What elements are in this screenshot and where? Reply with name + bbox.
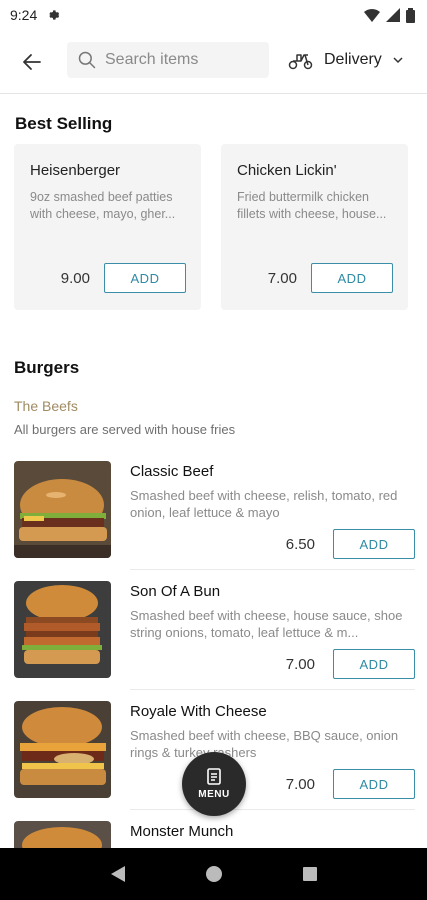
add-button[interactable]: ADD xyxy=(333,769,415,799)
subcategory-note: All burgers are served with house fries xyxy=(14,422,236,437)
recents-nav-icon[interactable] xyxy=(302,866,318,882)
menu-button-label: MENU xyxy=(198,789,230,800)
card-description: 9oz smashed beef patties with cheese, ma… xyxy=(30,190,176,221)
back-button[interactable] xyxy=(0,30,64,94)
system-nav-bar xyxy=(0,848,427,900)
burger-image xyxy=(14,461,111,558)
item-description: Smashed beef with cheese, house sauce, s… xyxy=(130,608,403,640)
card-name: Chicken Lickin' xyxy=(237,162,337,179)
divider xyxy=(130,809,415,810)
add-button[interactable]: ADD xyxy=(104,263,186,293)
item-name: Monster Munch xyxy=(130,823,234,840)
burgers-title: Burgers xyxy=(14,358,80,377)
divider xyxy=(130,689,415,690)
signal-icon xyxy=(386,8,400,22)
item-name: Royale With Cheese xyxy=(130,703,267,720)
card-name: Heisenberger xyxy=(30,162,121,179)
header: Delivery xyxy=(0,30,427,94)
burger-image xyxy=(14,701,111,798)
item-description: Smashed beef with cheese, relish, tomato… xyxy=(130,488,398,520)
delivery-selector[interactable]: Delivery xyxy=(288,42,404,78)
status-bar: 9:24 xyxy=(0,0,427,30)
search-icon xyxy=(78,51,96,69)
document-icon xyxy=(207,768,221,785)
scooter-icon xyxy=(288,54,313,70)
search-box[interactable] xyxy=(67,42,269,78)
best-selling-card[interactable]: Chicken Lickin' Fried buttermilk chicken… xyxy=(221,144,408,310)
delivery-label: Delivery xyxy=(324,51,382,68)
settings-icon xyxy=(49,10,60,20)
home-nav-icon[interactable] xyxy=(205,865,223,883)
burger-image xyxy=(14,581,111,678)
best-selling-card[interactable]: Heisenberger 9oz smashed beef patties wi… xyxy=(14,144,201,310)
item-description: Smashed beef with cheese, BBQ sauce, oni… xyxy=(130,728,399,760)
item-price: 6.50 xyxy=(285,535,315,553)
item-name: Son Of A Bun xyxy=(130,583,221,600)
status-time: 9:24 xyxy=(10,7,38,23)
menu-item[interactable]: Classic Beef Smashed beef with cheese, r… xyxy=(0,461,427,581)
best-selling-title: Best Selling xyxy=(15,114,113,133)
card-description: Fried buttermilk chicken fillets with ch… xyxy=(237,190,387,221)
burger-image xyxy=(14,821,111,848)
subcategory-title: The Beefs xyxy=(14,398,78,414)
battery-icon xyxy=(406,7,415,23)
card-price: 9.00 xyxy=(60,269,90,287)
back-nav-icon[interactable] xyxy=(110,865,126,883)
divider xyxy=(130,569,415,570)
menu-button[interactable]: MENU xyxy=(182,752,246,816)
add-button[interactable]: ADD xyxy=(311,263,393,293)
card-price: 7.00 xyxy=(267,269,297,287)
wifi-icon xyxy=(364,8,380,22)
menu-item[interactable]: Son Of A Bun Smashed beef with cheese, h… xyxy=(0,581,427,701)
add-button[interactable]: ADD xyxy=(333,649,415,679)
arrow-left-icon xyxy=(23,53,41,70)
add-button[interactable]: ADD xyxy=(333,529,415,559)
chevron-down-icon xyxy=(393,57,403,64)
item-price: 7.00 xyxy=(285,775,315,793)
item-name: Classic Beef xyxy=(130,463,214,480)
search-input[interactable] xyxy=(105,51,255,69)
item-price: 7.00 xyxy=(285,655,315,673)
menu-item[interactable]: Monster Munch xyxy=(0,821,427,848)
